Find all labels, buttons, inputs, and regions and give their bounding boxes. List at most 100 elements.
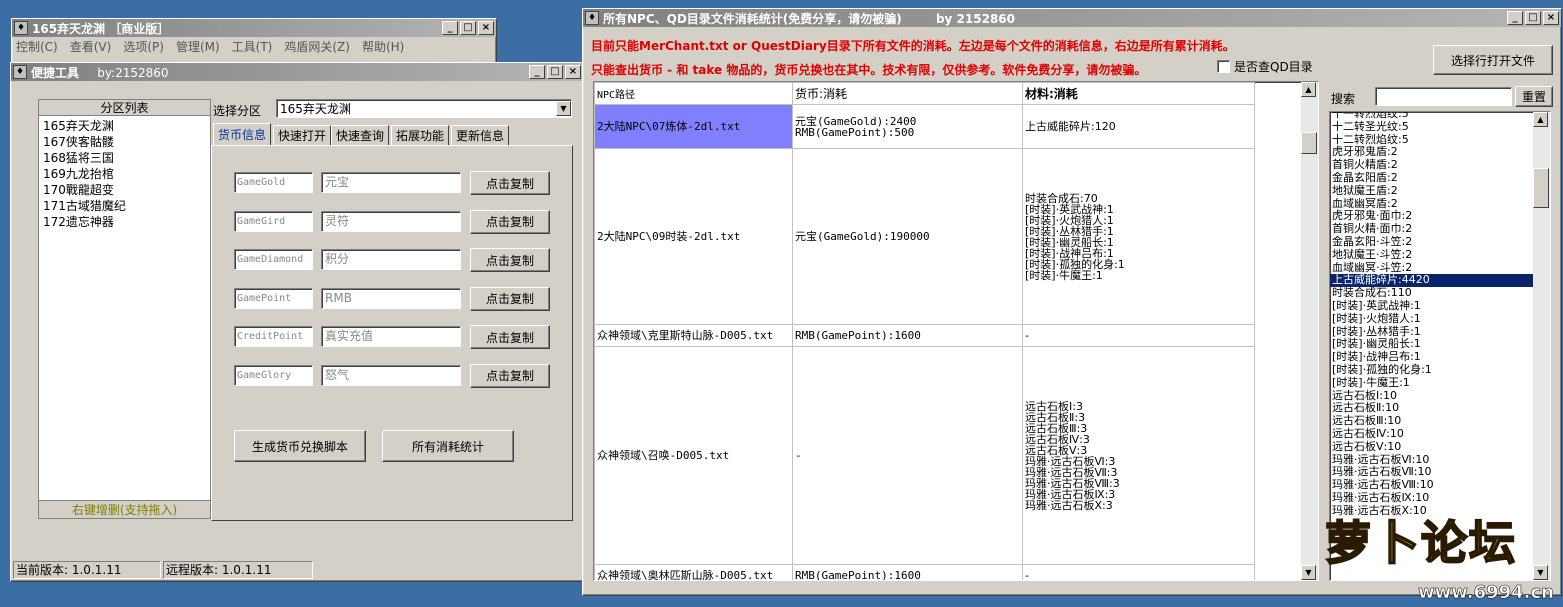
menu-help[interactable]: 帮助(H) <box>362 38 404 55</box>
currency-name-field[interactable]: 灵符 <box>321 210 461 232</box>
tab-updates[interactable]: 更新信息 <box>451 125 510 145</box>
currency-name-field[interactable]: 真实充值 <box>321 326 461 347</box>
partition-select[interactable]: 165弃天龙渊 ▼ <box>276 99 572 118</box>
scroll-thumb[interactable] <box>1301 132 1317 154</box>
currency-cell: RMB(GamePoint):1600 <box>792 564 1023 580</box>
list-item[interactable]: 十二转圣光纹:5 <box>1330 120 1533 134</box>
currency-name-field[interactable]: 怒气 <box>321 364 461 386</box>
npc-path-cell: 众神领域\奥林匹斯山脉-D005.txt <box>594 564 793 580</box>
stats-grid[interactable]: NPC路径 货币:消耗 材料:消耗 2大陆NPC\07炼体-2dl.txt 元宝(… <box>593 81 1319 581</box>
qd-checkbox[interactable] <box>1217 60 1230 73</box>
all-stats-button[interactable]: 所有消耗统计 <box>382 430 514 462</box>
list-item[interactable]: 金晶玄阳·斗笠:2 <box>1330 235 1533 249</box>
watermark-url: www.6994.cn <box>1418 582 1555 604</box>
header-currency[interactable]: 货币:消耗 <box>792 82 1023 105</box>
table-row[interactable]: 众神领域\克里斯特山脉-D005.txt RMB(GamePoint):1600 - <box>594 324 1255 347</box>
partition-list[interactable]: 165弃天龙渊 167侠客骷髅 168猛将三国 169九龙抬棺 170戰龍超变 171古域… <box>39 116 210 500</box>
chevron-down-icon[interactable]: ▼ <box>556 101 571 116</box>
list-item[interactable]: 地狱魔王盾:2 <box>1330 184 1533 198</box>
main-window-titlebar[interactable]: ♦ 165弃天龙渊 ［商业版］ _ □ × <box>12 19 496 37</box>
list-item[interactable]: 170戰龍超变 <box>43 182 206 198</box>
header-npc-path[interactable]: NPC路径 <box>594 82 793 105</box>
menu-options[interactable]: 选项(P) <box>123 38 164 55</box>
totals-scrollbar[interactable]: ▲ ▼ <box>1533 112 1550 580</box>
close-button[interactable]: × <box>1543 11 1559 25</box>
scroll-up-arrow[interactable]: ▲ <box>1533 112 1548 127</box>
table-row[interactable]: 众神领域\奥林匹斯山脉-D005.txt RMB(GamePoint):1600 - <box>594 564 1255 580</box>
list-item[interactable]: 169九龙抬棺 <box>43 166 206 182</box>
search-input[interactable] <box>1375 87 1512 106</box>
open-file-button[interactable]: 选择行打开文件 <box>1433 45 1553 75</box>
currency-code-field[interactable]: GameGird <box>234 210 313 232</box>
table-row[interactable]: 众神领域\召唤-D005.txt - 远古石板Ⅰ:3 远古石板Ⅱ:3 远古石板Ⅲ:3 远古… <box>594 346 1255 565</box>
list-item[interactable]: 远古石板Ⅴ:10 <box>1330 440 1533 454</box>
minimize-button[interactable]: _ <box>529 65 545 79</box>
maximize-button[interactable]: □ <box>547 65 563 79</box>
totals-list[interactable]: 十一转烈焰纹:5 十二转圣光纹:5 十二转烈焰纹:5 虎牙邪鬼盾:2 首铜火精盾:2 金晶… <box>1329 111 1551 581</box>
currency-code-field[interactable]: GamePoint <box>234 287 313 309</box>
stats-window: ♦ 所有NPC、QD目录文件消耗统计(免费分享，请勿被骗) by 2152860… <box>582 8 1562 596</box>
list-item[interactable]: 171古域猎魔纪 <box>43 198 206 214</box>
copy-button[interactable]: 点击复制 <box>470 248 550 272</box>
currency-code-field[interactable]: GameDiamond <box>234 249 313 270</box>
table-row[interactable]: 2大陆NPC\07炼体-2dl.txt 元宝(GameGold):2400 RMB(… <box>594 104 1255 149</box>
copy-button[interactable]: 点击复制 <box>470 286 550 311</box>
maximize-button[interactable]: □ <box>460 21 476 35</box>
maximize-button[interactable]: □ <box>1525 11 1541 25</box>
scroll-down-arrow[interactable]: ▼ <box>1301 565 1316 580</box>
tab-quick-query[interactable]: 快速查询 <box>331 125 390 145</box>
header-material[interactable]: 材料:消耗 <box>1022 82 1255 105</box>
list-item[interactable]: [时装]·火炮猎人:1 <box>1330 312 1533 326</box>
tab-quick-open[interactable]: 快速打开 <box>273 125 332 145</box>
minimize-button[interactable]: _ <box>1507 11 1523 25</box>
list-item[interactable]: [时装]·牛魔王:1 <box>1330 376 1533 390</box>
list-item[interactable]: 172遗忘神器 <box>43 214 206 230</box>
main-window: ♦ 165弃天龙渊 ［商业版］ _ □ × 控制(C) 查看(V) 选项(P) … <box>11 18 497 68</box>
copy-button[interactable]: 点击复制 <box>470 209 550 234</box>
list-item[interactable]: 地狱魔王·斗笠:2 <box>1330 248 1533 262</box>
currency-code-field[interactable]: GameGold <box>234 172 313 193</box>
qd-checkbox-group[interactable]: 是否查QD目录 <box>1217 58 1313 75</box>
menu-tools[interactable]: 工具(T) <box>232 38 273 55</box>
list-item[interactable]: 远古石板Ⅲ:10 <box>1330 414 1533 428</box>
tab-currency[interactable]: 货币信息 <box>213 123 272 145</box>
list-item[interactable]: 玛雅·远古石板Ⅷ:10 <box>1330 478 1533 492</box>
copy-button[interactable]: 点击复制 <box>470 171 550 195</box>
currency-code-field[interactable]: GameGlory <box>234 364 313 386</box>
material-cell-line: [时装]·英武战神:1 <box>1025 202 1114 216</box>
menu-control[interactable]: 控制(C) <box>16 38 58 55</box>
list-item[interactable]: 远古石板Ⅳ:10 <box>1330 427 1533 441</box>
grid-scrollbar[interactable]: ▲ ▼ <box>1301 82 1318 580</box>
currency-name-field[interactable]: 元宝 <box>321 172 461 193</box>
table-row[interactable]: 2大陆NPC\09时装-2dl.txt 元宝(GameGold):190000 时装… <box>594 148 1255 325</box>
currency-cell: 元宝(GameGold):2400 RMB(GamePoint):500 <box>792 104 1023 149</box>
currency-code-field[interactable]: CreditPoint <box>234 326 313 347</box>
list-item[interactable]: 167侠客骷髅 <box>43 134 206 150</box>
menu-gateway[interactable]: 鸡盾网关(Z) <box>284 38 350 55</box>
select-partition-label: 选择分区 <box>213 104 262 118</box>
material-cell-line: 玛雅·远古石板Ⅵ:3 <box>1025 454 1116 468</box>
scroll-thumb[interactable] <box>1533 168 1549 208</box>
stats-window-titlebar[interactable]: ♦ 所有NPC、QD目录文件消耗统计(免费分享，请勿被骗) by 2152860… <box>583 9 1561 27</box>
menu-manage[interactable]: 管理(M) <box>176 38 220 55</box>
generate-script-button[interactable]: 生成货币兑换脚本 <box>234 430 366 462</box>
reset-button[interactable]: 重置 <box>1515 86 1553 107</box>
close-button[interactable]: × <box>478 21 494 35</box>
menu-view[interactable]: 查看(V) <box>70 38 112 55</box>
close-button[interactable]: × <box>565 65 581 79</box>
list-item[interactable]: 168猛将三国 <box>43 150 206 166</box>
list-item[interactable]: [时装]·孤独的化身:1 <box>1330 363 1533 377</box>
minimize-button[interactable]: _ <box>442 21 458 35</box>
copy-button[interactable]: 点击复制 <box>470 325 550 349</box>
tool-window-titlebar[interactable]: ♦ 便捷工具 by:2152860 _ □ × <box>11 63 583 81</box>
currency-name-field[interactable]: 积分 <box>321 249 461 270</box>
scroll-up-arrow[interactable]: ▲ <box>1301 82 1316 97</box>
currency-name-field[interactable]: RMB <box>321 287 461 309</box>
list-item[interactable]: 玛雅·远古石板Ⅸ:10 <box>1330 491 1533 505</box>
copy-button[interactable]: 点击复制 <box>470 363 550 388</box>
list-item[interactable]: 金晶玄阳盾:2 <box>1330 171 1533 185</box>
app-icon: ♦ <box>13 65 27 79</box>
list-item[interactable]: 165弃天龙渊 <box>43 118 206 134</box>
tab-extensions[interactable]: 拓展功能 <box>391 125 450 145</box>
list-item[interactable]: [时装]·英武战神:1 <box>1330 299 1533 313</box>
